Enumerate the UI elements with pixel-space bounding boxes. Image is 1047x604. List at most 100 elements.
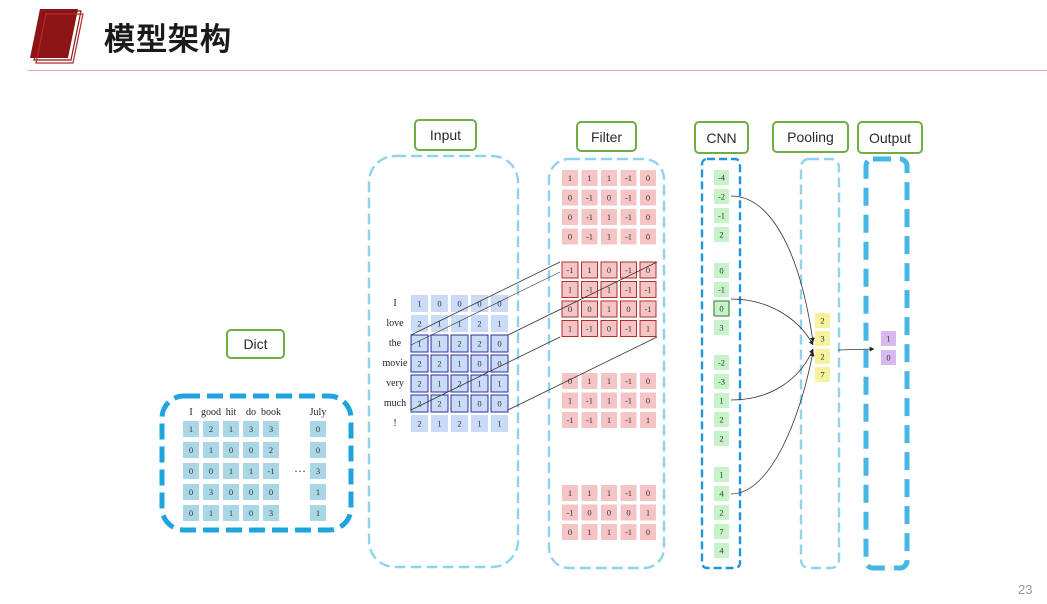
input-cell: 0 xyxy=(477,399,481,409)
filter-cell: -1 xyxy=(566,265,573,275)
cnn-cell: 2 xyxy=(719,230,723,240)
cnn-cell: 2 xyxy=(719,434,723,444)
filter-cell: 0 xyxy=(646,488,650,498)
filter-cell: 0 xyxy=(646,173,650,183)
label-pooling: Pooling xyxy=(772,121,849,153)
filter-cell: 0 xyxy=(568,212,572,222)
label-filter: Filter xyxy=(576,121,637,152)
filter-cell: 0 xyxy=(646,232,650,242)
dict-cell: 1 xyxy=(316,487,320,497)
filter-cell: 1 xyxy=(607,527,611,537)
dict-cell: 3 xyxy=(269,424,273,434)
filter-cell: 0 xyxy=(568,232,572,242)
dict-cell: 1 xyxy=(249,466,253,476)
filter-cell: 1 xyxy=(587,488,591,498)
cnn-cell: -4 xyxy=(718,173,726,183)
label-input: Input xyxy=(414,119,477,151)
cnn-cell: -1 xyxy=(718,285,725,295)
input-cell: 2 xyxy=(437,359,441,369)
filter-cell: 0 xyxy=(646,527,650,537)
filter-cell: 0 xyxy=(607,324,611,334)
input-cell: 1 xyxy=(437,339,441,349)
input-cell: 2 xyxy=(457,339,461,349)
input-cell: 0 xyxy=(477,299,481,309)
filter-cell: -1 xyxy=(586,415,593,425)
input-cell: 0 xyxy=(457,299,461,309)
input-cell: 1 xyxy=(457,399,461,409)
dict-cell: 1 xyxy=(209,445,213,455)
cnn-cell: -2 xyxy=(718,358,725,368)
input-cell: 1 xyxy=(457,359,461,369)
dict-cell: 1 xyxy=(189,424,193,434)
cnn-cell: 0 xyxy=(719,304,723,314)
filter-cell: -1 xyxy=(586,396,593,406)
filter-cell: 1 xyxy=(568,488,572,498)
filter-cell: -1 xyxy=(586,232,593,242)
cnn-cell: -3 xyxy=(718,377,725,387)
filter-cell: 0 xyxy=(646,396,650,406)
filter-cell: -1 xyxy=(625,285,632,295)
input-cell: 1 xyxy=(417,299,421,309)
dict-cell: 3 xyxy=(209,487,213,497)
filter-cell: -1 xyxy=(625,173,632,183)
pooling-cell: 7 xyxy=(820,370,824,380)
label-dict-text: Dict xyxy=(243,336,267,352)
input-cell: 2 xyxy=(457,419,461,429)
filter-cell: 1 xyxy=(607,232,611,242)
input-cell: 1 xyxy=(437,419,441,429)
filter-cell: 1 xyxy=(587,173,591,183)
input-cell: 2 xyxy=(417,359,421,369)
filter-cell: -1 xyxy=(625,376,632,386)
label-dict: Dict xyxy=(226,329,285,359)
dict-cell: 3 xyxy=(249,424,253,434)
dict-cell: 0 xyxy=(316,424,320,434)
dict-cell: 0 xyxy=(249,445,253,455)
dict-header: July xyxy=(310,407,327,418)
dict-cell: 1 xyxy=(209,508,213,518)
pooling-cell: 2 xyxy=(820,352,824,362)
dict-cell: 2 xyxy=(269,445,273,455)
input-cell: 0 xyxy=(437,299,441,309)
dict-cell: 0 xyxy=(189,445,193,455)
dict-cell: 1 xyxy=(229,424,233,434)
input-word: ! xyxy=(393,418,396,429)
cnn-cell: 0 xyxy=(719,266,723,276)
dict-ellipsis: ··· xyxy=(294,464,306,478)
pooling-cell: 2 xyxy=(820,316,824,326)
filter-cell: 1 xyxy=(646,508,650,518)
cnn-cell: 3 xyxy=(719,323,723,333)
filter-cell: -1 xyxy=(625,324,632,334)
filter-cell: 1 xyxy=(607,396,611,406)
filter-matrices: 1 1 1 -1 0 0 -1 0 -1 0 0 -1 1 -1 0 0 -1 1 -1 0 -1 1 0 -1 0 1 -1 1 -1… xyxy=(561,170,657,540)
filter-cell: -1 xyxy=(566,415,573,425)
filter-cell: 1 xyxy=(607,304,611,314)
dict-header: do xyxy=(246,407,256,418)
filter-cell: -1 xyxy=(644,304,651,314)
filter-cell: -1 xyxy=(625,232,632,242)
filter-cell: -1 xyxy=(625,212,632,222)
cnn-cell: -2 xyxy=(718,192,725,202)
cnn-cell: 1 xyxy=(719,396,723,406)
filter-cell: 1 xyxy=(587,527,591,537)
filter-cell: 0 xyxy=(626,508,630,518)
filter-cell: -1 xyxy=(586,285,593,295)
input-cell: 2 xyxy=(477,319,481,329)
cnn-cell: -1 xyxy=(718,211,725,221)
input-cell: 1 xyxy=(477,379,481,389)
dict-header: hit xyxy=(226,407,237,418)
input-cell: 1 xyxy=(437,379,441,389)
label-output: Output xyxy=(857,121,923,154)
dict-cell: 1 xyxy=(316,508,320,518)
dict-cell: 3 xyxy=(316,466,320,476)
input-cell: 0 xyxy=(497,339,501,349)
filter-cell: 1 xyxy=(607,488,611,498)
filter-cell: 0 xyxy=(568,193,572,203)
input-cell: 2 xyxy=(417,379,421,389)
cnn-cell: 1 xyxy=(719,470,723,480)
dict-cell: 0 xyxy=(189,487,193,497)
filter-cell: -1 xyxy=(586,324,593,334)
filter-cell: 1 xyxy=(587,265,591,275)
dict-cell: 1 xyxy=(229,508,233,518)
filter-cell: -1 xyxy=(625,396,632,406)
input-matrix: Ilove the movie very much! 1 0 0 0 0 2 1 1 2 1 1 1 2 2 0 2 2 1… xyxy=(383,295,509,432)
